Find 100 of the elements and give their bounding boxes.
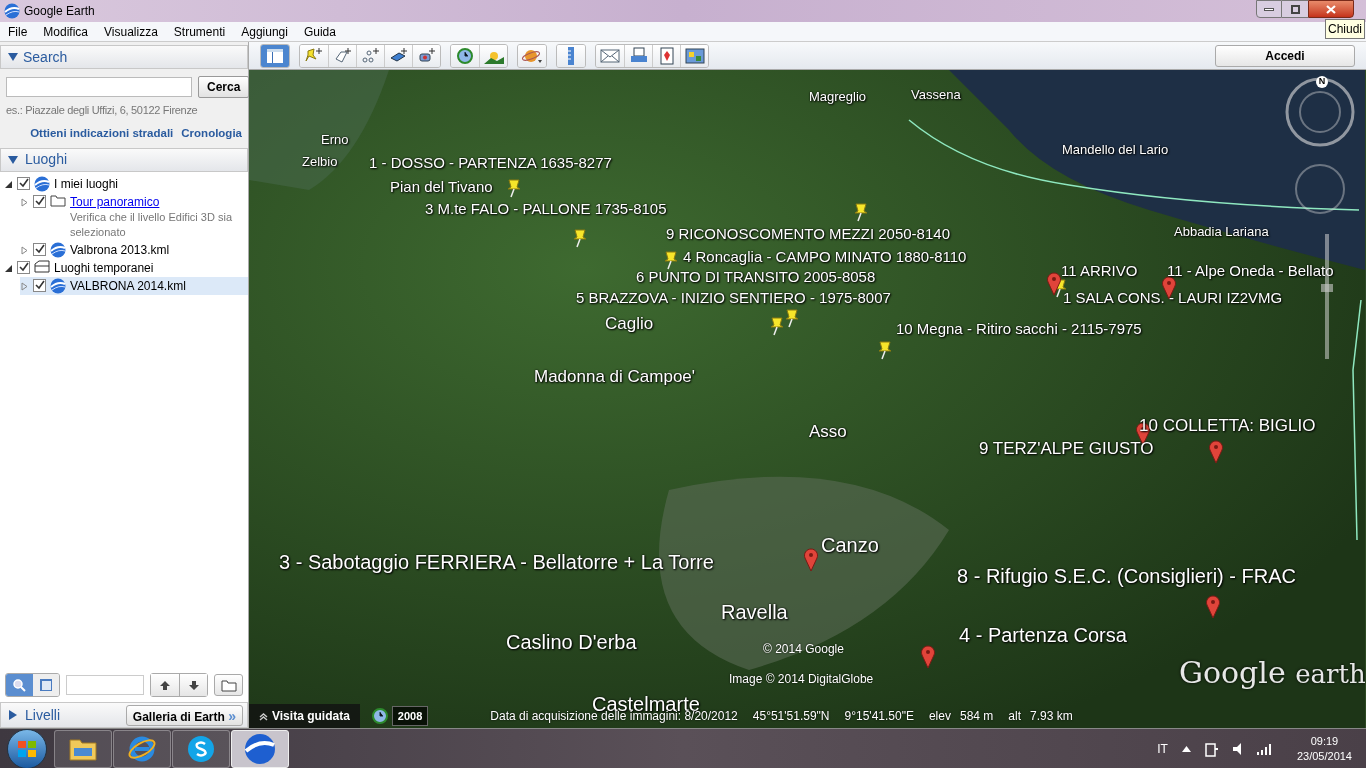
place-label[interactable]: Valbrona 2013.kml (70, 241, 170, 258)
gallery-button[interactable]: Galleria di Earth » (125, 704, 243, 726)
sun-tool-icon[interactable] (479, 44, 507, 67)
tree-row[interactable]: I miei luoghi (4, 174, 248, 193)
explorer-taskbar-icon[interactable] (54, 729, 112, 768)
panel-view-button[interactable] (32, 674, 60, 696)
search-view-button[interactable] (6, 674, 33, 696)
checkbox[interactable] (33, 194, 46, 208)
search-field[interactable] (6, 77, 192, 97)
pushpin-icon[interactable] (877, 340, 893, 360)
expander-icon[interactable] (4, 263, 13, 273)
globe-icon (50, 277, 66, 294)
clock-time[interactable]: 09:19 (1310, 733, 1339, 749)
pushpin-icon[interactable] (663, 250, 679, 270)
place-label[interactable]: Luoghi temporanei (54, 259, 154, 276)
minimize-icon (1264, 7, 1274, 11)
search-link[interactable]: Cronologia (181, 124, 242, 142)
guided-tour-button[interactable]: Visita guidata (249, 704, 360, 728)
ruler-tool-icon[interactable] (557, 44, 585, 67)
status-text: 45°51'51.59"N (752, 708, 830, 725)
clock-date[interactable]: 23/05/2014 (1296, 748, 1352, 764)
earth-taskbar-icon[interactable] (231, 729, 289, 768)
map-label: Abbadia Lariana (1174, 225, 1269, 238)
checkbox[interactable] (17, 260, 30, 274)
print-tool-icon[interactable] (624, 44, 652, 67)
maps-tool-icon[interactable] (652, 44, 680, 67)
section-toggle-icon[interactable] (8, 52, 18, 62)
section-toggle-icon[interactable] (8, 154, 18, 165)
balloon-marker-icon[interactable] (804, 548, 818, 572)
filter-field[interactable] (66, 675, 145, 695)
close-button[interactable] (1308, 0, 1354, 18)
menu-item[interactable]: Visualizza (96, 22, 166, 41)
skype-taskbar-icon[interactable] (172, 729, 230, 768)
language-indicator[interactable]: IT (1157, 739, 1168, 758)
expander-icon[interactable] (4, 179, 13, 189)
section-header[interactable]: Luoghi (0, 147, 248, 172)
tree-row[interactable]: Luoghi temporanei (4, 258, 248, 277)
image-tool-icon[interactable] (680, 44, 708, 67)
balloon-marker-icon[interactable] (1206, 595, 1220, 619)
globe-icon (50, 241, 66, 258)
tour-link[interactable]: Tour panoramico (70, 193, 244, 210)
menu-item[interactable]: Strumenti (165, 22, 234, 41)
power-plug-icon[interactable] (1204, 740, 1219, 757)
history-tool-icon[interactable] (451, 44, 479, 67)
caret-up-icon[interactable] (1181, 745, 1191, 752)
balloon-marker-icon[interactable] (1047, 272, 1061, 296)
balloon-marker-icon[interactable] (1162, 276, 1176, 300)
sign-in-button[interactable]: Accedi (1215, 44, 1355, 67)
pushpin-icon[interactable] (572, 228, 588, 248)
email-tool-icon[interactable] (596, 44, 624, 67)
checkbox[interactable] (33, 278, 46, 292)
place-label[interactable]: VALBRONA 2014.kml (70, 277, 186, 294)
tree-row[interactable]: Tour panoramico Verifica che il livello Edifici 3D sia selezionato (20, 192, 248, 241)
pushpin-icon[interactable] (506, 178, 522, 198)
satellite-map[interactable] (249, 70, 1366, 728)
restore-button[interactable] (1282, 0, 1308, 18)
pushpin-icon[interactable] (853, 202, 869, 222)
speaker-icon[interactable] (1232, 741, 1243, 756)
folder-button[interactable] (214, 674, 243, 696)
section-header[interactable]: Search (0, 45, 248, 69)
menu-item[interactable]: Guida (295, 22, 344, 41)
placemark-tool-icon[interactable] (300, 44, 328, 67)
section-toggle-icon[interactable] (8, 710, 18, 720)
polygon-tool-icon[interactable] (328, 44, 356, 67)
place-label[interactable]: I miei luoghi (54, 175, 119, 192)
menu-item[interactable]: Modifica (35, 22, 97, 41)
overlay-tool-icon[interactable] (384, 44, 412, 67)
checkbox[interactable] (33, 242, 46, 256)
menu-item[interactable]: File (0, 22, 36, 41)
map-label: 1 - DOSSO - PARTENZA 1635-8277 (369, 155, 612, 170)
tree-row[interactable]: VALBRONA 2014.kml (20, 276, 248, 295)
pushpin-icon[interactable] (784, 308, 800, 328)
map-label: 6 PUNTO DI TRANSITO 2005-8058 (636, 269, 876, 284)
map-label: 10 COLLETTA: BIGLIO (1139, 417, 1316, 434)
pushpin-icon[interactable] (769, 316, 785, 336)
item-description: Verifica che il livello Edifici 3D sia selezionato (70, 209, 233, 240)
menu-item[interactable]: Aggiungi (233, 22, 296, 41)
status-text: 584 m (959, 708, 994, 725)
close-icon (1326, 4, 1336, 14)
signal-bars-icon[interactable] (1256, 742, 1273, 755)
sidebar-tool-icon[interactable] (261, 44, 289, 67)
tree-row[interactable]: Valbrona 2013.kml (20, 240, 248, 259)
start-button[interactable] (7, 728, 47, 768)
search-button[interactable]: Cerca (198, 76, 250, 98)
move-up-button[interactable] (151, 674, 180, 696)
tour-tool-icon[interactable] (412, 44, 440, 67)
checkbox[interactable] (17, 176, 30, 190)
section-title[interactable]: Livelli (25, 704, 60, 726)
planet-tool-icon[interactable] (518, 44, 546, 67)
year-badge[interactable]: 2008 (391, 706, 429, 726)
search-link[interactable]: Ottieni indicazioni stradali (30, 124, 174, 142)
balloon-marker-icon[interactable] (921, 645, 935, 669)
tooltip: Chiudi (1325, 19, 1366, 39)
restore-icon (1290, 4, 1300, 14)
move-down-button[interactable] (179, 674, 208, 696)
map-label: Mandello del Lario (1062, 143, 1169, 156)
ie-taskbar-icon[interactable] (113, 729, 171, 768)
minimize-button[interactable] (1256, 0, 1282, 18)
balloon-marker-icon[interactable] (1209, 440, 1223, 464)
map-label: Madonna di Campoe' (534, 368, 696, 385)
